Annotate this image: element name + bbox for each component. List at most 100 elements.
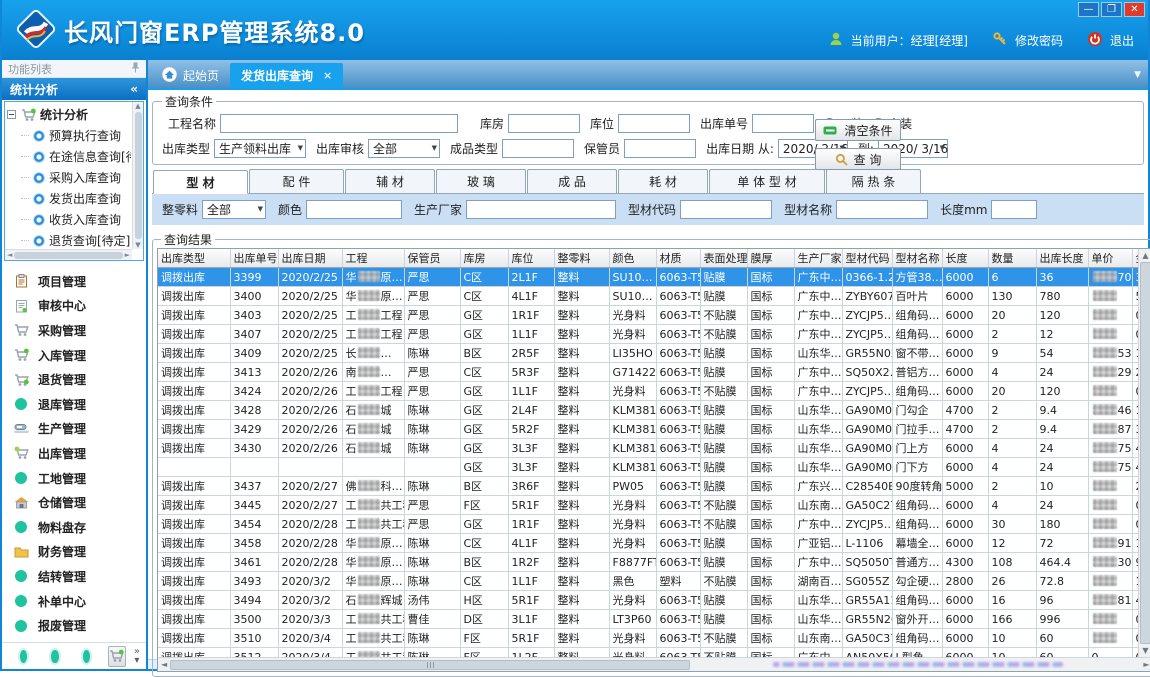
column-header[interactable]: 出库单号 xyxy=(230,249,278,268)
tree-item-4[interactable]: 收货入库查询 xyxy=(7,209,131,230)
sidebar-item-6[interactable]: 生产管理 xyxy=(2,417,146,442)
table-row[interactable]: 调拨出库34942020/3/2石辉城汤伟H区5R1F整料光身料6063-T5贴… xyxy=(158,591,1150,610)
column-header[interactable]: 出库日期 xyxy=(278,249,342,268)
column-header[interactable]: 库房 xyxy=(460,249,508,268)
overflow-cart-button[interactable] xyxy=(108,646,126,667)
location-input[interactable] xyxy=(618,114,690,133)
table-row[interactable]: 调拨出库34282020/2/26石城陈琳G区2L4F整料KLM38176063… xyxy=(158,401,1150,420)
material-tab-3[interactable]: 玻 璃 xyxy=(436,169,526,193)
column-header[interactable]: 出库长度 xyxy=(1036,249,1088,268)
collapse-icon[interactable]: « xyxy=(130,82,138,96)
column-header[interactable]: 型材代码 xyxy=(842,249,892,268)
column-header[interactable]: 整零料 xyxy=(554,249,609,268)
scroll-right-icon[interactable]: ► xyxy=(1143,660,1149,669)
material-tab-2[interactable]: 辅 材 xyxy=(345,169,435,193)
sidebar-item-12[interactable]: 结转管理 xyxy=(2,564,146,589)
grid-vertical-scrollbar[interactable]: ▲ ▼ xyxy=(1138,249,1150,657)
column-header[interactable]: 库位 xyxy=(508,249,554,268)
tree-item-3[interactable]: 发货出库查询 xyxy=(7,188,131,209)
table-row[interactable]: 调拨出库34092020/2/25长…陈琳B区2R5F整料LI35HO6063-… xyxy=(158,344,1150,363)
table-row[interactable]: 调拨出库34452020/2/27工共工程严思F区5R1F整料光身料6063-T… xyxy=(158,496,1150,515)
material-tab-7[interactable]: 隔 热 条 xyxy=(826,169,921,193)
overflow-dot-icon[interactable] xyxy=(83,650,90,663)
grid-hscroll-thumb[interactable] xyxy=(170,660,690,670)
grid-vscroll-thumb[interactable] xyxy=(1140,262,1150,644)
tree-vertical-scrollbar[interactable]: ▲ ▼ xyxy=(132,102,143,249)
profile-code-input[interactable] xyxy=(680,200,772,219)
table-row[interactable]: 调拨出库33992020/2/25华原…严思C区2L1F整料SU10…6063-… xyxy=(158,268,1150,287)
table-row[interactable]: 调拨出库34932020/3/2华原…陈琳C区1L1F整料黑色塑料不贴膜国标湖南… xyxy=(158,572,1150,591)
scroll-left-icon[interactable]: ◄ xyxy=(7,251,12,259)
order-no-input[interactable] xyxy=(752,114,814,133)
tree-expand-icon[interactable]: − xyxy=(7,110,16,119)
material-tab-5[interactable]: 耗 材 xyxy=(618,169,708,193)
column-header[interactable]: 数量 xyxy=(988,249,1036,268)
tab-overflow-caret-icon[interactable]: ▼ xyxy=(1134,70,1141,80)
column-header[interactable]: 材质 xyxy=(656,249,700,268)
sidebar-section-header[interactable]: 统计分析 « xyxy=(2,78,146,100)
sidebar-item-0[interactable]: 项目管理 xyxy=(2,269,146,294)
table-row[interactable]: 调拨出库34372020/2/27佛科…陈琳B区3R6F整料PW056063-T… xyxy=(158,477,1150,496)
table-row[interactable]: 调拨出库34002020/2/25华原…严思C区4L1F整料SU10…6063-… xyxy=(158,287,1150,306)
out-type-select[interactable]: 生产领料出库 xyxy=(214,139,306,158)
column-header[interactable]: 保管员 xyxy=(404,249,460,268)
overflow-more-button[interactable]: »▾ xyxy=(134,647,140,665)
column-header[interactable]: 生产厂家 xyxy=(794,249,842,268)
maximize-button[interactable]: ❐ xyxy=(1101,2,1122,17)
tab-home[interactable]: 起始页 xyxy=(151,63,230,88)
sidebar-item-1[interactable]: 审核中心 xyxy=(2,294,146,319)
table-row[interactable]: 调拨出库35002020/3/3工共工程曹佳D区3L1F整料LT3P606063… xyxy=(158,610,1150,629)
sidebar-item-10[interactable]: 物料盘存 xyxy=(2,515,146,540)
change-password-link[interactable]: 修改密码 xyxy=(1015,32,1063,49)
color-input[interactable] xyxy=(306,200,402,219)
sidebar-item-7[interactable]: 出库管理 xyxy=(2,441,146,466)
close-button[interactable]: ✕ xyxy=(1124,2,1145,17)
scroll-left-icon[interactable]: ◄ xyxy=(161,660,167,669)
product-type-input[interactable] xyxy=(502,139,574,158)
scroll-right-icon[interactable]: ► xyxy=(125,251,130,259)
column-header[interactable]: 型材名称 xyxy=(892,249,942,268)
tree-root[interactable]: − 统计分析 xyxy=(7,104,131,125)
sidebar-item-2[interactable]: 采购管理 xyxy=(2,318,146,343)
table-row[interactable]: 调拨出库35102020/3/4工共工程陈琳F区5R1F整料光身料6063-T5… xyxy=(158,629,1150,648)
project-name-input[interactable] xyxy=(220,114,458,133)
logout-link[interactable]: 退出 xyxy=(1110,32,1134,49)
overflow-dot-icon[interactable] xyxy=(51,650,58,663)
material-tab-0[interactable]: 型 材 xyxy=(153,170,248,194)
column-header[interactable]: 膜厚 xyxy=(747,249,794,268)
table-row[interactable]: 调拨出库34072020/2/25工工程严思G区1L1F整料光身料6063-T5… xyxy=(158,325,1150,344)
sidebar-item-4[interactable]: 退货管理 xyxy=(2,367,146,392)
tree-item-1[interactable]: 在途信息查询[待 xyxy=(7,146,131,167)
column-header[interactable]: 颜色 xyxy=(609,249,656,268)
audit-select[interactable]: 全部 xyxy=(368,139,440,158)
keeper-input[interactable] xyxy=(624,139,696,158)
sidebar-item-11[interactable]: 财务管理 xyxy=(2,540,146,565)
table-row[interactable]: 调拨出库34582020/2/28华原…陈琳C区4L1F整料光身料6063-T5… xyxy=(158,534,1150,553)
material-tab-1[interactable]: 配 件 xyxy=(249,169,344,193)
tree-item-2[interactable]: 采购入库查询 xyxy=(7,167,131,188)
table-row[interactable]: 调拨出库34292020/2/26石城陈琳G区5R2F整料KLM38176063… xyxy=(158,420,1150,439)
table-row[interactable]: 调拨出库34032020/2/25工工程严思G区1R1F整料光身料6063-T5… xyxy=(158,306,1150,325)
column-header[interactable]: 长度 xyxy=(942,249,988,268)
sidebar-item-3[interactable]: 入库管理 xyxy=(2,343,146,368)
column-header[interactable]: 表面处理 xyxy=(700,249,747,268)
scroll-up-icon[interactable]: ▲ xyxy=(1142,251,1148,260)
search-button[interactable]: 查 询 xyxy=(815,148,901,170)
tree-item-5[interactable]: 退货查询[待定] xyxy=(7,230,131,248)
sidebar-item-9[interactable]: 仓储管理 xyxy=(2,490,146,515)
profile-name-input[interactable] xyxy=(836,200,928,219)
whole-part-select[interactable]: 全部 xyxy=(202,200,266,219)
sidebar-item-5[interactable]: 退库管理 xyxy=(2,392,146,417)
sidebar-item-8[interactable]: 工地管理 xyxy=(2,466,146,491)
table-row[interactable]: 调拨出库34542020/2/28工共工程严思G区1R1F整料光身料6063-T… xyxy=(158,515,1150,534)
warehouse-input[interactable] xyxy=(508,114,580,133)
material-tab-4[interactable]: 成 品 xyxy=(527,169,617,193)
tree-horizontal-scrollbar[interactable]: ◄ ► xyxy=(5,249,132,260)
table-row[interactable]: G区3L3F整料KLM38176063-T5贴膜国标山东华…GA90M09.门下… xyxy=(158,458,1150,477)
scroll-down-icon[interactable]: ▼ xyxy=(1142,646,1148,655)
table-row[interactable]: 调拨出库34132020/2/26南…严思C区5R3F整料G714226063-… xyxy=(158,363,1150,382)
column-header[interactable]: 工程 xyxy=(342,249,404,268)
tree-item-0[interactable]: 预算执行查询 xyxy=(7,125,131,146)
table-row[interactable]: 调拨出库34302020/2/26石城陈琳G区3L3F整料KLM38176063… xyxy=(158,439,1150,458)
table-row[interactable]: 调拨出库34242020/2/26工工程严思G区1L1F整料光身料6063-T5… xyxy=(158,382,1150,401)
